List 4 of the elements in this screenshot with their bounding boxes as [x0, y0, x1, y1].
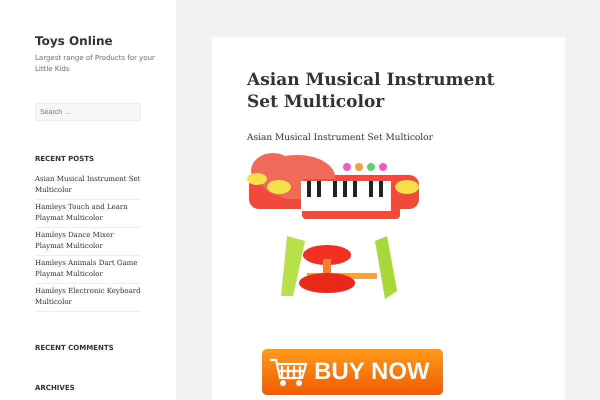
post-title: Asian Musical Instrument Set Multicolor [247, 69, 496, 113]
shopping-cart-icon [268, 356, 308, 388]
post-text: Asian Musical Instrument Set Multicolor [247, 133, 434, 143]
site-title[interactable]: Toys Online [35, 34, 176, 48]
